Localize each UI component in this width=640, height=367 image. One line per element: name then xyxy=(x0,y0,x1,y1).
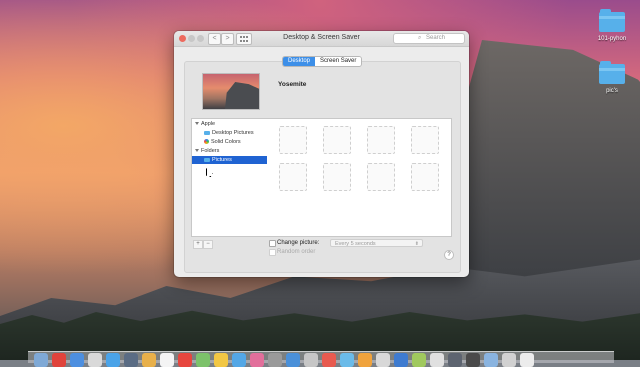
change-picture-label: Change picture: xyxy=(277,240,320,246)
change-interval-select[interactable]: Every 5 seconds ⬍ xyxy=(330,239,423,247)
sidebar-group-folders[interactable]: Folders xyxy=(192,147,267,155)
dock xyxy=(28,351,614,367)
disclosure-triangle-icon[interactable] xyxy=(195,121,199,125)
preferences-content: Yosemite Apple Desktop Pictures Solid Co… xyxy=(184,61,461,273)
dock-app-icon[interactable] xyxy=(34,353,48,367)
tab-desktop[interactable]: Desktop xyxy=(283,57,316,66)
change-interval-value: Every 5 seconds xyxy=(335,241,376,247)
dock-app-icon[interactable] xyxy=(340,353,354,367)
tab-screen-saver[interactable]: Screen Saver xyxy=(315,57,362,66)
desktop-folder-pics[interactable]: pic's xyxy=(590,61,634,94)
sidebar-group-label: Apple xyxy=(201,121,216,127)
picture-slot[interactable] xyxy=(367,163,395,191)
desktop-folder-101-pyhon[interactable]: 101-pyhon xyxy=(590,9,634,42)
picture-slot[interactable] xyxy=(367,126,395,154)
folder-icon xyxy=(204,157,210,162)
picture-grid[interactable] xyxy=(267,118,452,237)
sidebar-group-apple[interactable]: Apple xyxy=(192,120,267,128)
dock-app-icon[interactable] xyxy=(250,353,264,367)
current-wallpaper-name: Yosemite xyxy=(278,81,307,88)
dock-app-icon[interactable] xyxy=(178,353,192,367)
folder-add-remove: + − xyxy=(193,240,213,249)
search-placeholder: Search xyxy=(426,35,446,41)
dock-app-icon[interactable] xyxy=(322,353,336,367)
dock-app-icon[interactable] xyxy=(214,353,228,367)
current-wallpaper-thumbnail xyxy=(202,73,260,110)
sidebar-item-pictures[interactable]: Pictures xyxy=(192,156,267,177)
title-bar[interactable]: < > Desktop & Screen Saver ⌕ Search xyxy=(174,31,469,47)
desktop-folder-label: 101-pyhon xyxy=(597,36,627,42)
picture-slot[interactable] xyxy=(411,126,439,154)
folder-icon xyxy=(204,130,210,135)
sidebar-group-label: Folders xyxy=(201,148,220,154)
dock-app-icon[interactable] xyxy=(394,353,408,367)
desktop-screen-saver-window: < > Desktop & Screen Saver ⌕ Search Yose… xyxy=(174,31,469,277)
add-folder-button[interactable]: + xyxy=(193,240,203,249)
dock-app-icon[interactable] xyxy=(304,353,318,367)
desktop-folder-label: pic's xyxy=(606,88,618,94)
dock-app-icon[interactable] xyxy=(196,353,210,367)
dock-app-icon[interactable] xyxy=(286,353,300,367)
sidebar-item-label: Pictures xyxy=(212,157,232,163)
dock-app-icon[interactable] xyxy=(232,353,246,367)
dock-app-icon[interactable] xyxy=(124,353,138,367)
sidebar-item-label: Desktop Pictures xyxy=(212,130,254,136)
color-wheel-icon xyxy=(204,139,209,145)
search-field[interactable]: ⌕ Search xyxy=(393,33,465,44)
search-icon: ⌕ xyxy=(418,35,422,41)
dock-app-icon[interactable] xyxy=(106,353,120,367)
dock-app-icon[interactable] xyxy=(412,353,426,367)
pane-tabs: Desktop Screen Saver xyxy=(282,56,363,67)
dock-app-icon[interactable] xyxy=(448,353,462,367)
dock-app-icon[interactable] xyxy=(466,353,480,367)
dock-app-icon[interactable] xyxy=(376,353,390,367)
folder-icon xyxy=(599,9,625,32)
dock-app-icon[interactable] xyxy=(88,353,102,367)
change-picture-checkbox[interactable] xyxy=(269,240,276,247)
picture-slot[interactable] xyxy=(279,163,307,191)
random-order-label: Random order xyxy=(277,249,316,255)
picture-slot[interactable] xyxy=(323,126,351,154)
mouse-pointer-icon xyxy=(206,168,213,177)
dock-app-icon[interactable] xyxy=(520,353,534,367)
dock-app-icon[interactable] xyxy=(484,353,498,367)
picture-source-list[interactable]: Apple Desktop Pictures Solid Colors Fold… xyxy=(191,118,268,237)
stepper-arrows-icon: ⬍ xyxy=(414,241,419,247)
sidebar-item-label: Solid Colors xyxy=(211,139,241,145)
remove-folder-button[interactable]: − xyxy=(203,240,213,249)
dock-app-icon[interactable] xyxy=(142,353,156,367)
dock-app-icon[interactable] xyxy=(358,353,372,367)
dock-app-icon[interactable] xyxy=(160,353,174,367)
sidebar-item-solid-colors[interactable]: Solid Colors xyxy=(192,138,267,146)
picture-slot[interactable] xyxy=(411,163,439,191)
picture-slot[interactable] xyxy=(323,163,351,191)
picture-slot[interactable] xyxy=(279,126,307,154)
random-order-checkbox[interactable] xyxy=(269,249,276,256)
dock-app-icon[interactable] xyxy=(268,353,282,367)
folder-icon xyxy=(599,61,625,84)
dock-app-icon[interactable] xyxy=(502,353,516,367)
disclosure-triangle-icon[interactable] xyxy=(195,148,199,152)
sidebar-item-desktop-pictures[interactable]: Desktop Pictures xyxy=(192,129,267,137)
dock-app-icon[interactable] xyxy=(430,353,444,367)
dock-app-icon[interactable] xyxy=(70,353,84,367)
help-button[interactable]: ? xyxy=(444,250,454,260)
dock-app-icon[interactable] xyxy=(52,353,66,367)
